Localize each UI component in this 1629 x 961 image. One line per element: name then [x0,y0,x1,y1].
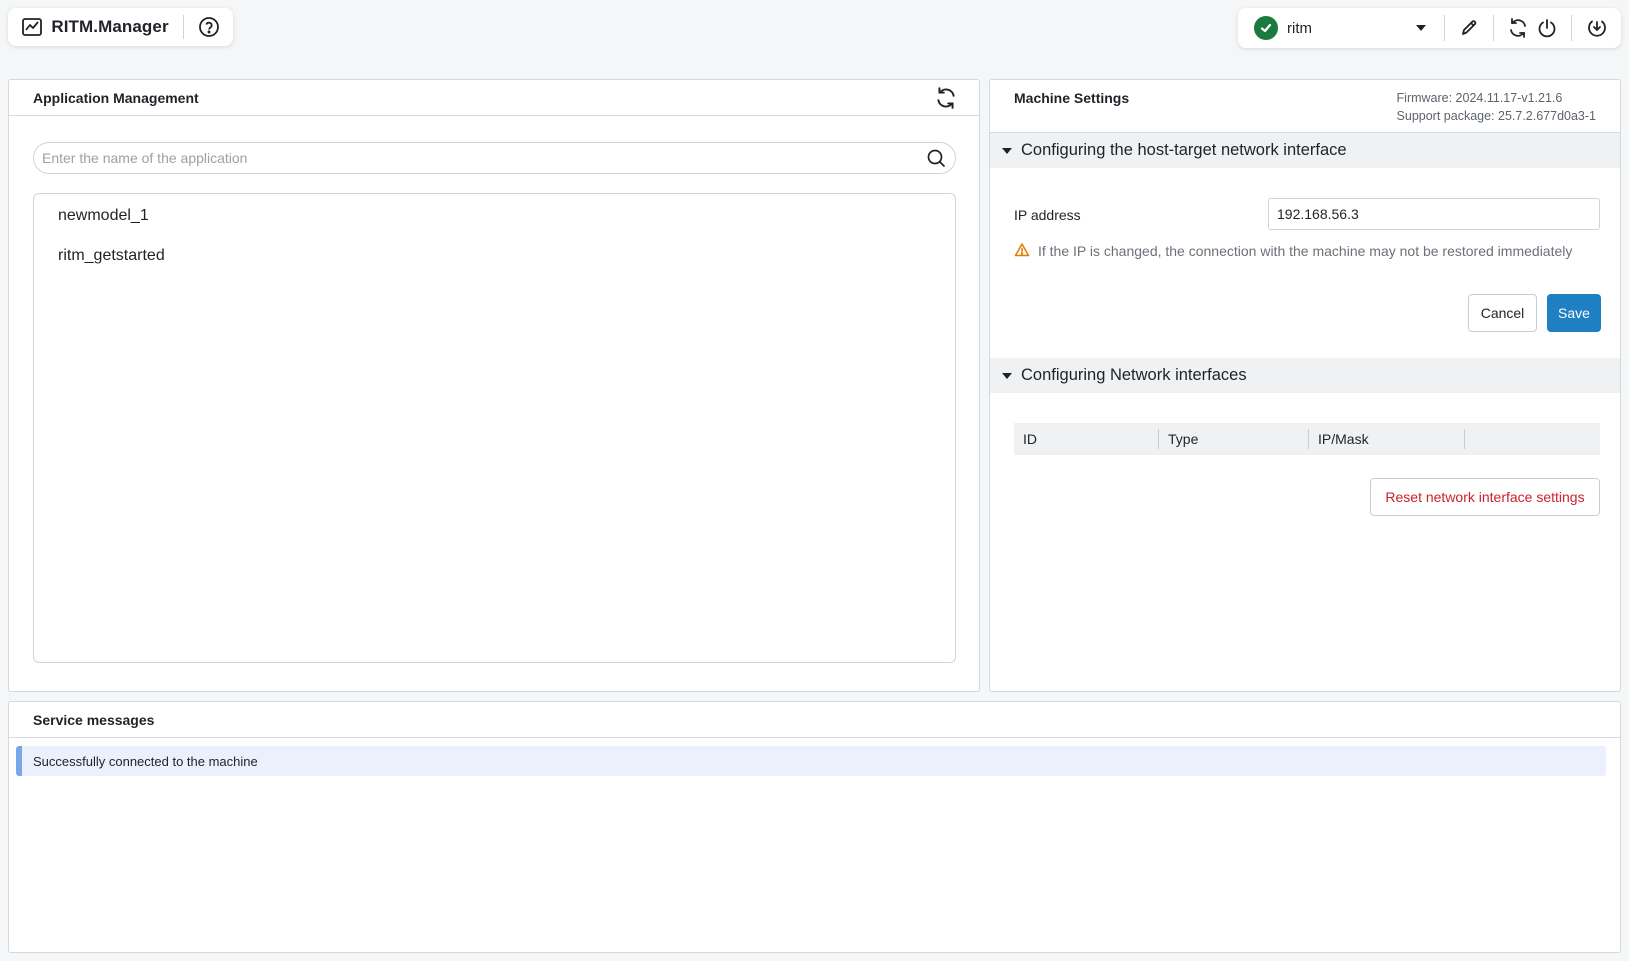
refresh-icon[interactable] [933,85,959,111]
download-icon[interactable] [1582,13,1611,43]
divider [1493,15,1495,41]
network-interfaces-table-header: ID Type IP/Mask [1014,423,1600,455]
ip-address-label: IP address [1014,207,1081,223]
column-header-id[interactable]: ID [1014,429,1159,449]
chevron-down-icon [1415,25,1426,31]
column-header-type[interactable]: Type [1159,429,1309,449]
panel-title: Service messages [33,711,155,728]
cancel-button[interactable]: Cancel [1468,294,1537,332]
host-target-section-toggle[interactable]: Configuring the host-target network inte… [990,133,1620,168]
caret-down-icon [1002,372,1012,379]
application-management-panel: Application Management newmodel_1 ritm_g… [8,79,980,692]
power-icon[interactable] [1533,13,1562,43]
save-button[interactable]: Save [1547,294,1601,332]
list-item[interactable]: ritm_getstarted [34,242,955,282]
help-icon[interactable] [198,15,221,39]
panel-header: Application Management [9,80,979,116]
application-list: newmodel_1 ritm_getstarted [33,193,956,663]
warning-text: If the IP is changed, the connection wit… [1038,243,1573,259]
search-box [33,142,956,174]
search-input[interactable] [42,150,925,166]
machine-toolbar: ritm [1238,8,1621,48]
pen-icon[interactable] [1454,13,1483,43]
network-interfaces-section-toggle[interactable]: Configuring Network interfaces [990,358,1620,393]
refresh-icon[interactable] [1504,13,1533,43]
chart-window-icon [20,15,43,39]
panel-header: Service messages [9,702,1620,738]
panel-header: Machine Settings Firmware: 2024.11.17-v1… [990,80,1620,133]
app-name: RITM.Manager [51,17,169,36]
reset-network-settings-button[interactable]: Reset network interface settings [1370,478,1600,516]
divider [1443,15,1445,41]
host-target-section: IP address If the IP is changed, the con… [990,168,1620,358]
support-package-version: Support package: 25.7.2.677d0a3-1 [1396,109,1596,123]
ip-warning: If the IP is changed, the connection wit… [1014,242,1574,260]
machine-settings-panel: Machine Settings Firmware: 2024.11.17-v1… [989,79,1621,692]
message-item: Successfully connected to the machine [16,746,1606,776]
firmware-version: Firmware: 2024.11.17-v1.21.6 [1396,91,1563,105]
column-header-ip-mask[interactable]: IP/Mask [1309,429,1465,449]
connection-select[interactable]: ritm [1254,13,1434,43]
check-circle-icon [1254,16,1278,40]
network-interfaces-section: ID Type IP/Mask Reset network interface … [990,393,1620,593]
section-title: Configuring the host-target network inte… [1021,141,1347,159]
panel-title: Machine Settings [1014,90,1130,106]
caret-down-icon [1002,147,1012,154]
warning-icon [1014,242,1030,258]
service-messages-panel: Service messages Successfully connected … [8,701,1621,953]
divider [182,15,184,39]
connection-name: ritm [1287,19,1312,37]
brand-bar: RITM.Manager [8,8,233,46]
search-icon[interactable] [925,147,947,169]
column-header-actions [1465,429,1600,449]
panel-title: Application Management [33,89,199,106]
section-title: Configuring Network interfaces [1021,366,1247,384]
divider [1571,15,1573,41]
firmware-info: Firmware: 2024.11.17-v1.21.6 Support pac… [1397,89,1596,125]
list-item[interactable]: newmodel_1 [34,202,955,242]
ip-address-field[interactable] [1268,198,1600,230]
